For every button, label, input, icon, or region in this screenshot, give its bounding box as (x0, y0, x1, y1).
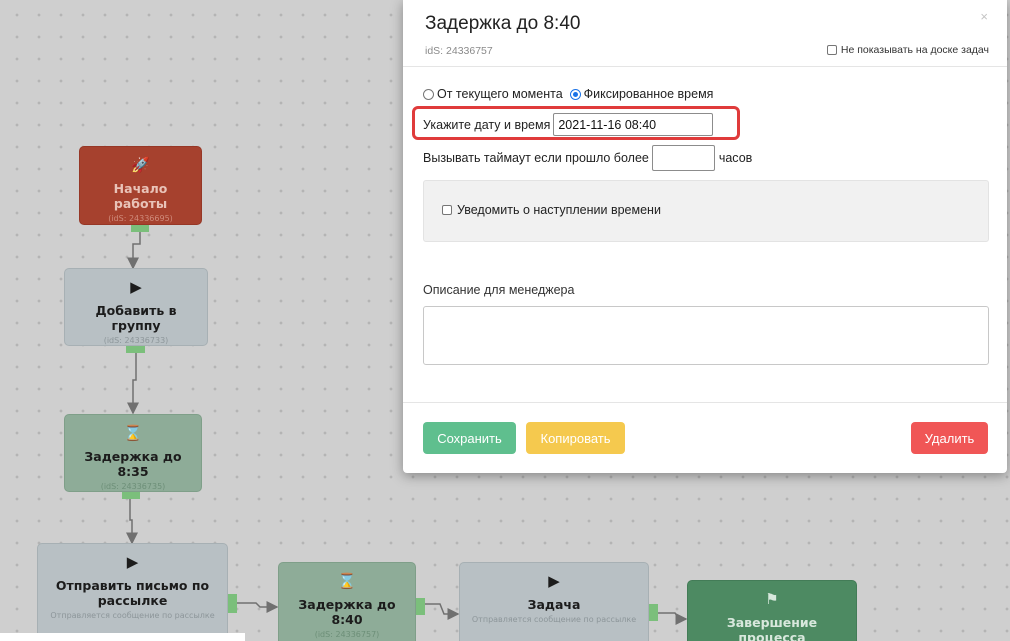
close-icon[interactable]: × (980, 9, 988, 24)
node-title: Задержка до 8:40 (298, 597, 396, 627)
modal-title: Задержка до 8:40 (425, 13, 581, 34)
node-title: Отправить письмо по рассылке (55, 578, 210, 608)
play-icon: ▶ (126, 553, 139, 571)
date-label: Укажите дату и время (423, 117, 551, 132)
node-add-to-group[interactable]: ▶ Добавить в группу (idS: 24336733) (64, 268, 208, 346)
delete-button[interactable]: Удалить (911, 422, 988, 454)
node-end[interactable]: ⚑ Завершение процесса (687, 580, 857, 641)
bottom-panel-fragment (0, 633, 245, 641)
play-icon: ▶ (130, 278, 142, 296)
header-divider (403, 66, 1007, 67)
timeout-row: Вызывать таймаут если прошло более часов (423, 145, 752, 171)
node-send-email[interactable]: ▶ Отправить письмо по рассылке Отправляе… (37, 543, 228, 641)
delay-settings-modal: Задержка до 8:40 × idS: 24336757 Не пока… (403, 0, 1007, 473)
notify-checkbox[interactable]: Уведомить о наступлении времени (442, 203, 661, 217)
flag-icon: ⚑ (765, 590, 779, 608)
node-output-port[interactable] (416, 598, 425, 615)
node-ids: (idS: 24336735) (100, 482, 166, 491)
node-ids: Отправляется сообщение по рассылке (50, 611, 215, 620)
node-ids: (idS: 24336733) (103, 336, 169, 345)
date-row: Укажите дату и время (423, 113, 714, 136)
node-task[interactable]: ▶ Задача Отправляется сообщение по рассы… (459, 562, 649, 641)
notify-label: Уведомить о наступлении времени (457, 203, 661, 217)
checkbox-box[interactable] (826, 45, 837, 55)
hide-on-board-checkbox[interactable]: Не показывать на доске задач (826, 44, 989, 56)
description-textarea[interactable] (423, 306, 989, 365)
datetime-input[interactable] (553, 113, 714, 136)
node-title: Завершение процесса (726, 615, 818, 641)
radio-from-now[interactable] (423, 88, 434, 100)
mode-radio-group: От текущего момента Фиксированное время (423, 87, 713, 101)
edge-start-to-group (127, 231, 141, 270)
node-ids: (idS: 24336695) (108, 214, 173, 223)
hide-on-board-label: Не показывать на доске задач (840, 44, 989, 56)
node-title: Задержка до 8:35 (84, 449, 182, 479)
save-button[interactable]: Сохранить (423, 422, 516, 454)
node-title: Задача (527, 597, 581, 612)
edge-email-to-delay840 (237, 601, 279, 613)
play-icon: ▶ (548, 572, 560, 590)
rocket-icon: 🚀 (131, 156, 150, 174)
node-delay-835[interactable]: ⌛ Задержка до 8:35 (idS: 24336735) (64, 414, 202, 492)
footer-divider (403, 402, 1007, 403)
hourglass-icon: ⌛ (123, 424, 143, 442)
node-id-label: idS: 24336757 (425, 45, 493, 57)
node-output-port[interactable] (126, 346, 145, 353)
node-start[interactable]: 🚀 Начало работы (idS: 24336695) (79, 146, 202, 225)
radio-fixed-time[interactable] (569, 88, 581, 100)
node-output-port[interactable] (122, 492, 140, 499)
description-label: Описание для менеджера (423, 283, 575, 297)
timeout-hours-input[interactable] (651, 145, 715, 171)
node-delay-840[interactable]: ⌛ Задержка до 8:40 (idS: 24336757) (278, 562, 416, 641)
copy-button[interactable]: Копировать (526, 422, 625, 454)
timeout-prefix: Вызывать таймаут если прошло более (423, 151, 649, 165)
node-title: Начало работы (113, 181, 168, 211)
checkbox-box[interactable] (442, 205, 452, 215)
node-title: Добавить в группу (95, 303, 177, 333)
edge-task-to-end (657, 612, 688, 625)
radio-from-now-label[interactable]: От текущего момента (437, 87, 563, 101)
node-ids: (idS: 24336757) (314, 630, 380, 639)
radio-fixed-time-label[interactable]: Фиксированное время (584, 87, 714, 101)
hourglass-icon: ⌛ (337, 572, 357, 590)
timeout-suffix: часов (718, 151, 753, 165)
edge-delay-to-email (126, 497, 138, 545)
node-output-port[interactable] (649, 604, 658, 621)
node-ids: Отправляется сообщение по рассылке (471, 615, 637, 624)
node-output-port[interactable] (228, 594, 237, 613)
notify-section: Уведомить о наступлении времени (423, 180, 989, 242)
edge-delay840-to-task (424, 603, 460, 620)
node-output-port[interactable] (131, 225, 149, 232)
edge-group-to-delay (127, 352, 139, 415)
